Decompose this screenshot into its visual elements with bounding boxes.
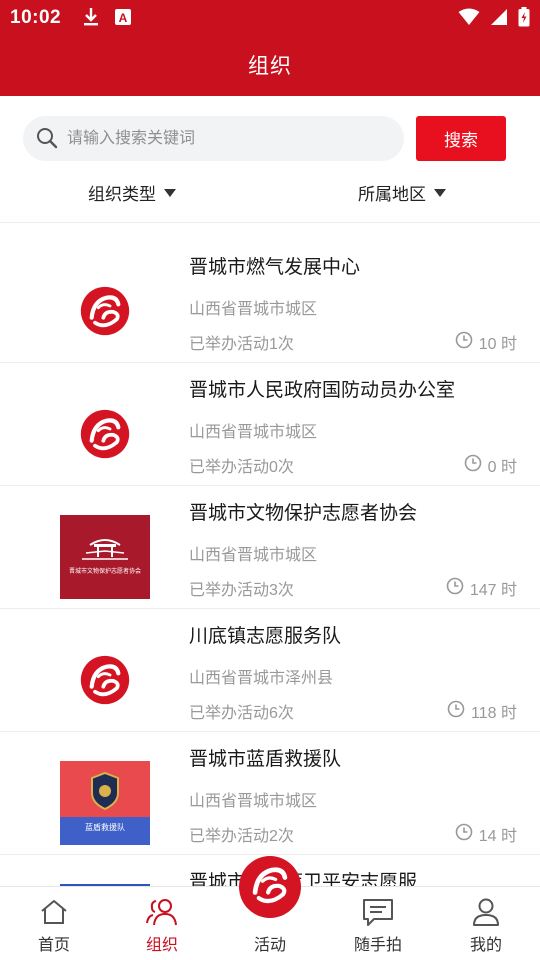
organization-list[interactable]: 晋城市燃气发展中心 山西省晋城市城区 已举办活动1次 10 时 晋城市人民政府国…: [0, 240, 540, 886]
download-icon: [82, 7, 100, 32]
volunteer-emblem-logo: [60, 269, 150, 353]
organization-item[interactable]: 晋城市文物保护志愿者协会 晋城市文物保护志愿者协会 山西省晋城市城区 已举办活动…: [0, 486, 540, 609]
org-region: 山西省晋城市城区: [189, 547, 318, 564]
org-activity-count: 已举办活动0次: [189, 459, 294, 476]
battery-icon: [518, 7, 530, 32]
divider: [0, 222, 540, 223]
volunteer-emblem-logo: [60, 392, 150, 476]
caret-down-icon: [434, 189, 446, 197]
org-activity-count: 已举办活动2次: [189, 828, 294, 845]
org-hours-value: 0 时: [487, 459, 517, 476]
status-notifications: A: [82, 7, 132, 32]
org-activity-count: 已举办活动6次: [189, 705, 294, 722]
clock-icon: [446, 577, 464, 600]
search-input[interactable]: [67, 116, 387, 161]
org-name: 晋城市凤城蓝卫平安志愿服: [189, 872, 418, 886]
search-button[interactable]: 搜索: [416, 116, 506, 161]
org-name: 川底镇志愿服务队: [189, 626, 342, 647]
clock-icon: [455, 331, 473, 354]
filter-org-type[interactable]: 组织类型: [88, 180, 176, 205]
search-icon: [35, 126, 59, 155]
status-system-icons: [458, 7, 530, 32]
activity-center-button[interactable]: [239, 856, 301, 918]
org-name: 晋城市燃气发展中心: [189, 257, 361, 278]
organization-item[interactable]: 川底镇志愿服务队 山西省晋城市泽州县 已举办活动6次 118 时: [0, 609, 540, 732]
filter-region[interactable]: 所属地区: [358, 180, 446, 205]
nav-snapshot[interactable]: 随手拍: [324, 887, 432, 960]
title-bar: 组织: [0, 36, 540, 96]
status-time: 10:02: [10, 7, 62, 28]
relics-logo-text: 晋城市文物保护志愿者协会: [69, 567, 141, 575]
filter-org-type-label: 组织类型: [88, 185, 156, 204]
org-hours-value: 147 时: [469, 582, 517, 599]
nav-home[interactable]: 首页: [0, 887, 108, 960]
org-region: 山西省晋城市泽州县: [189, 670, 334, 687]
accessibility-icon: A: [114, 8, 132, 31]
org-name: 晋城市文物保护志愿者协会: [189, 503, 418, 524]
org-name: 晋城市蓝盾救援队: [189, 749, 342, 770]
organization-item[interactable]: 蓝盾救援队 晋城市蓝盾救援队 山西省晋城市城区 已举办活动2次 14 时: [0, 732, 540, 855]
org-name: 晋城市人民政府国防动员办公室: [189, 380, 456, 401]
volunteer-emblem-icon: [242, 857, 298, 918]
signal-icon: [490, 8, 508, 31]
nav-organization[interactable]: 组织: [108, 887, 216, 960]
clock-icon: [455, 823, 473, 846]
organization-item[interactable]: 晋城市人民政府国防动员办公室 山西省晋城市城区 已举办活动0次 0 时: [0, 363, 540, 486]
nav-profile[interactable]: 我的: [432, 887, 540, 960]
message-icon: [362, 895, 394, 929]
volunteer-emblem-logo: [60, 638, 150, 722]
nav-snapshot-label: 随手拍: [353, 937, 402, 954]
filter-region-label: 所属地区: [358, 185, 426, 204]
org-service-hours: 0 时: [464, 453, 517, 477]
org-service-hours: 118 时: [447, 699, 517, 723]
org-hours-value: 14 时: [478, 828, 517, 845]
org-hours-value: 10 时: [478, 336, 517, 353]
cultural-relics-association-logo: 晋城市文物保护志愿者协会: [60, 515, 150, 599]
organization-item[interactable]: 晋城市燃气发展中心 山西省晋城市城区 已举办活动1次 10 时: [0, 240, 540, 363]
clock-icon: [447, 700, 465, 723]
status-bar: 10:02 A: [0, 0, 540, 36]
nav-activity-label: 活动: [253, 937, 286, 954]
org-region: 山西省晋城市城区: [189, 424, 318, 441]
home-icon: [39, 895, 69, 929]
organization-icon: [145, 895, 179, 929]
org-region: 山西省晋城市城区: [189, 793, 318, 810]
org-service-hours: 147 时: [446, 576, 517, 600]
org-service-hours: 10 时: [455, 330, 517, 354]
profile-icon: [471, 895, 501, 929]
org-hours-value: 118 时: [471, 705, 517, 722]
svg-text:A: A: [119, 11, 128, 25]
wifi-icon: [458, 8, 480, 31]
blue-shield-rescue-logo: 蓝盾救援队: [60, 761, 150, 845]
org-activity-count: 已举办活动1次: [189, 336, 294, 353]
org-service-hours: 14 时: [455, 822, 517, 846]
org-region: 山西省晋城市城区: [189, 301, 318, 318]
nav-profile-label: 我的: [469, 937, 502, 954]
blue-shield-logo-text: 蓝盾救援队: [85, 822, 125, 832]
page-title: 组织: [248, 55, 292, 78]
clock-icon: [464, 454, 482, 477]
org-activity-count: 已举办活动3次: [189, 582, 294, 599]
caret-down-icon: [164, 189, 176, 197]
nav-organization-label: 组织: [145, 937, 178, 954]
search-box[interactable]: [23, 116, 404, 161]
nav-home-label: 首页: [37, 937, 70, 954]
